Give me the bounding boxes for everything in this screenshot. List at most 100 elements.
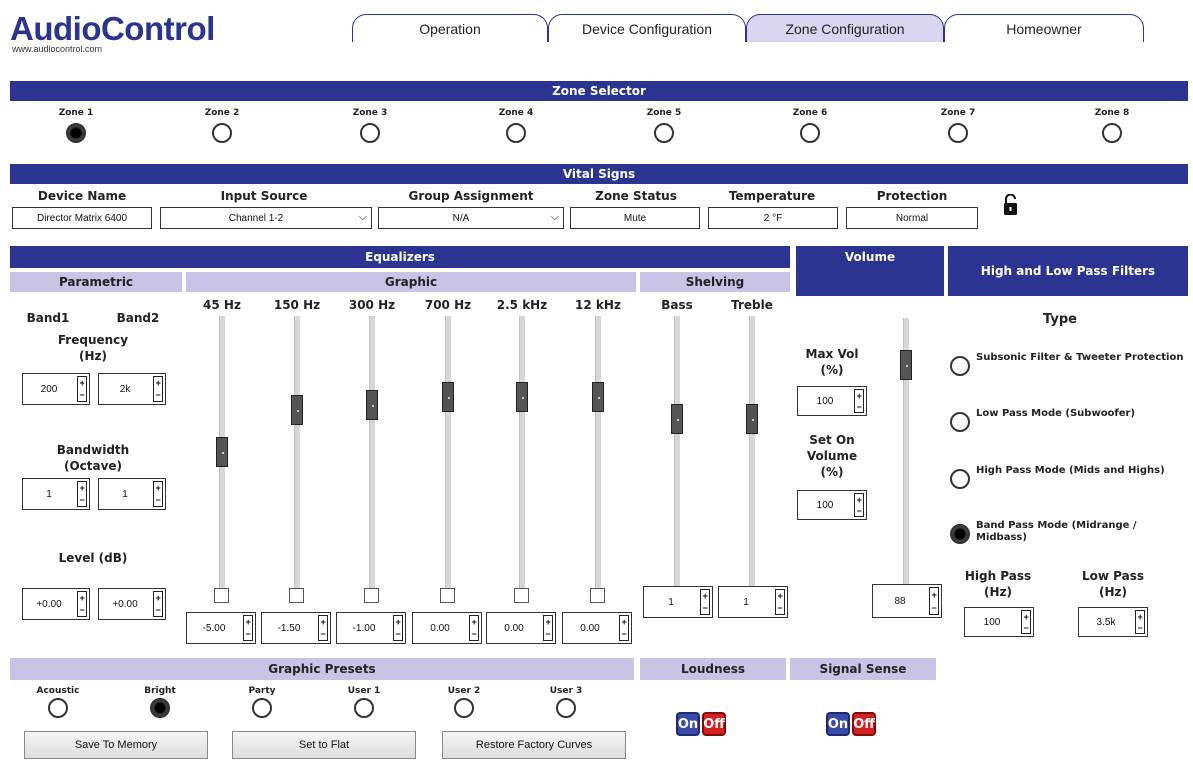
spinner-arrows-icon[interactable]: + − — [243, 615, 253, 641]
zone-5-radio[interactable] — [654, 123, 674, 143]
spinner-arrows-icon[interactable]: + − — [77, 591, 87, 617]
graphic-band-spinner[interactable]: 0.00 + − — [486, 612, 556, 644]
band2-frequency-spinner[interactable]: 2k + − — [98, 373, 166, 405]
spinner-arrows-icon[interactable]: + − — [929, 587, 939, 615]
graphic-slider-track[interactable] — [595, 316, 601, 590]
tab-device-configuration[interactable]: Device Configuration — [548, 14, 746, 42]
volume-spinner[interactable]: 88 + − — [872, 584, 942, 618]
device-name-field[interactable]: Director Matrix 6400 — [12, 207, 152, 229]
spinner-arrows-icon[interactable]: + − — [153, 481, 163, 507]
spinner-arrows-icon[interactable]: + − — [77, 376, 87, 402]
tab-zone-configuration[interactable]: Zone Configuration — [746, 14, 944, 42]
tab-operation[interactable]: Operation — [352, 14, 548, 42]
preset-radio[interactable] — [454, 698, 474, 718]
band2-bandwidth-value: 1 — [122, 488, 128, 500]
volume-header: Volume — [796, 246, 944, 296]
set-on-volume-spinner[interactable]: 100 + − — [797, 490, 867, 520]
preset-radio[interactable] — [556, 698, 576, 718]
high-pass-spinner[interactable]: 100 + − — [964, 607, 1034, 637]
shelving-slider-thumb[interactable] — [671, 403, 683, 434]
zone-1-radio[interactable] — [66, 123, 86, 143]
spinner-arrows-icon[interactable]: + − — [854, 493, 864, 517]
graphic-slider-track[interactable] — [519, 316, 525, 590]
spinner-arrows-icon[interactable]: + − — [153, 591, 163, 617]
shelving-slider-track[interactable] — [749, 316, 755, 590]
spinner-arrows-icon[interactable]: + − — [543, 615, 553, 641]
shelving-band-spinner[interactable]: 1 + − — [718, 586, 788, 618]
band2-level-spinner[interactable]: +0.00 + − — [98, 588, 166, 620]
shelving-slider-thumb[interactable] — [746, 403, 758, 434]
zone-6-radio[interactable] — [800, 123, 820, 143]
band2-bandwidth-spinner[interactable]: 1 + − — [98, 478, 166, 510]
preset-radio[interactable] — [48, 698, 68, 718]
band1-frequency-spinner[interactable]: 200 + − — [22, 373, 90, 405]
band1-bandwidth-spinner[interactable]: 1 + − — [22, 478, 90, 510]
graphic-band-spinner[interactable]: -1.00 + − — [336, 612, 406, 644]
loudness-off-button[interactable]: Off — [702, 712, 726, 736]
zone-4-radio[interactable] — [506, 123, 526, 143]
signal-sense-on-button[interactable]: On — [826, 712, 850, 736]
volume-slider-thumb[interactable] — [900, 349, 912, 380]
spinner-arrows-icon[interactable]: + − — [854, 389, 864, 413]
graphic-slider-track[interactable] — [294, 316, 300, 590]
signal-sense-off-button[interactable]: Off — [852, 712, 876, 736]
low-pass-spinner[interactable]: 3.5k + − — [1078, 607, 1148, 637]
graphic-slider-thumb[interactable] — [291, 395, 303, 426]
spinner-arrows-icon[interactable]: + − — [619, 615, 629, 641]
filter-mode-radio[interactable] — [950, 412, 970, 432]
spinner-arrows-icon[interactable]: + − — [77, 481, 87, 507]
filter-mode-radio[interactable] — [950, 356, 970, 376]
spinner-arrows-icon[interactable]: + − — [318, 615, 328, 641]
input-source-select[interactable]: Channel 1-2 ⌵ — [160, 207, 372, 229]
graphic-band-checkbox[interactable] — [440, 588, 455, 603]
graphic-slider-track[interactable] — [445, 316, 451, 590]
spinner-arrows-icon[interactable]: + − — [775, 589, 785, 615]
preset-radio[interactable] — [354, 698, 374, 718]
zone-3-radio[interactable] — [360, 123, 380, 143]
graphic-slider-track[interactable] — [369, 316, 375, 590]
group-assignment-select[interactable]: N/A ⌵ — [378, 207, 564, 229]
high-pass-label: High Pass (Hz) — [964, 569, 1032, 599]
spinner-arrows-icon[interactable]: + − — [1135, 610, 1145, 634]
filter-mode-radio[interactable] — [950, 524, 970, 544]
graphic-band-checkbox[interactable] — [289, 588, 304, 603]
band1-level-spinner[interactable]: +0.00 + − — [22, 588, 90, 620]
tab-homeowner[interactable]: Homeowner — [944, 14, 1144, 42]
graphic-band-checkbox[interactable] — [590, 588, 605, 603]
zone-2-radio[interactable] — [212, 123, 232, 143]
graphic-slider-thumb[interactable] — [516, 381, 528, 412]
spinner-arrows-icon[interactable]: + − — [1021, 610, 1031, 634]
graphic-presets-header: Graphic Presets — [10, 658, 634, 680]
graphic-band-checkbox[interactable] — [214, 588, 229, 603]
max-vol-spinner[interactable]: 100 + − — [797, 386, 867, 416]
graphic-band-spinner[interactable]: -1.50 + − — [261, 612, 331, 644]
spinner-arrows-icon[interactable]: + − — [700, 589, 710, 615]
zone-7-radio[interactable] — [948, 123, 968, 143]
graphic-band-checkbox[interactable] — [514, 588, 529, 603]
loudness-on-button[interactable]: On — [676, 712, 700, 736]
max-vol-label: Max Vol (%) — [805, 347, 859, 377]
restore-factory-curves-button[interactable]: Restore Factory Curves — [442, 731, 626, 759]
shelving-band-spinner[interactable]: 1 + − — [643, 586, 713, 618]
preset-radio[interactable] — [252, 698, 272, 718]
set-on-volume-value: 100 — [816, 499, 834, 511]
shelving-slider-track[interactable] — [674, 316, 680, 590]
graphic-slider-thumb[interactable] — [216, 436, 228, 467]
spinner-arrows-icon[interactable]: + − — [153, 376, 163, 402]
spinner-arrows-icon[interactable]: + − — [393, 615, 403, 641]
graphic-band-checkbox[interactable] — [364, 588, 379, 603]
graphic-slider-thumb[interactable] — [366, 389, 378, 420]
save-to-memory-button[interactable]: Save To Memory — [24, 731, 208, 759]
unlocked-padlock-icon[interactable] — [1003, 194, 1018, 216]
zone-8-radio[interactable] — [1102, 123, 1122, 143]
band1-frequency-value: 200 — [40, 383, 58, 395]
graphic-band-spinner[interactable]: -5.00 + − — [186, 612, 256, 644]
graphic-band-spinner[interactable]: 0.00 + − — [412, 612, 482, 644]
graphic-slider-thumb[interactable] — [592, 381, 604, 412]
spinner-arrows-icon[interactable]: + − — [469, 615, 479, 641]
set-to-flat-button[interactable]: Set to Flat — [232, 731, 416, 759]
filter-mode-radio[interactable] — [950, 469, 970, 489]
graphic-band-spinner[interactable]: 0.00 + − — [562, 612, 632, 644]
preset-radio[interactable] — [150, 698, 170, 718]
graphic-slider-thumb[interactable] — [442, 381, 454, 412]
